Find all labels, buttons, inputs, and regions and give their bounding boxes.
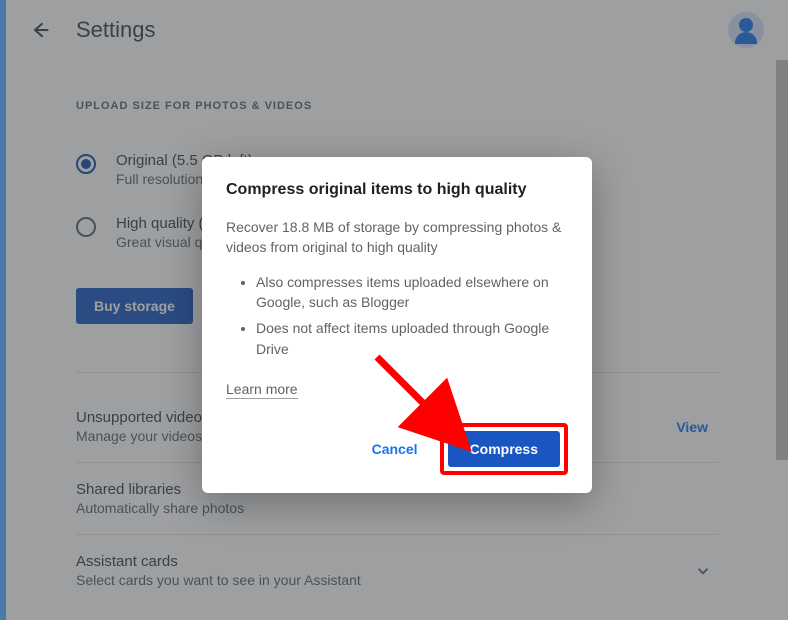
dialog-bullet: Does not affect items uploaded through G… xyxy=(256,318,568,359)
cancel-button[interactable]: Cancel xyxy=(358,431,432,467)
compress-dialog: Compress original items to high quality … xyxy=(202,157,592,493)
compress-button[interactable]: Compress xyxy=(448,431,560,467)
dialog-bullets: Also compresses items uploaded elsewhere… xyxy=(226,272,568,359)
dialog-actions: Cancel Compress xyxy=(226,423,568,475)
dialog-bullet: Also compresses items uploaded elsewhere… xyxy=(256,272,568,313)
modal-scrim[interactable]: Compress original items to high quality … xyxy=(6,0,788,620)
highlight-annotation: Compress xyxy=(440,423,568,475)
dialog-body: Recover 18.8 MB of storage by compressin… xyxy=(226,217,568,258)
learn-more-link[interactable]: Learn more xyxy=(226,381,298,399)
dialog-title: Compress original items to high quality xyxy=(226,181,568,199)
